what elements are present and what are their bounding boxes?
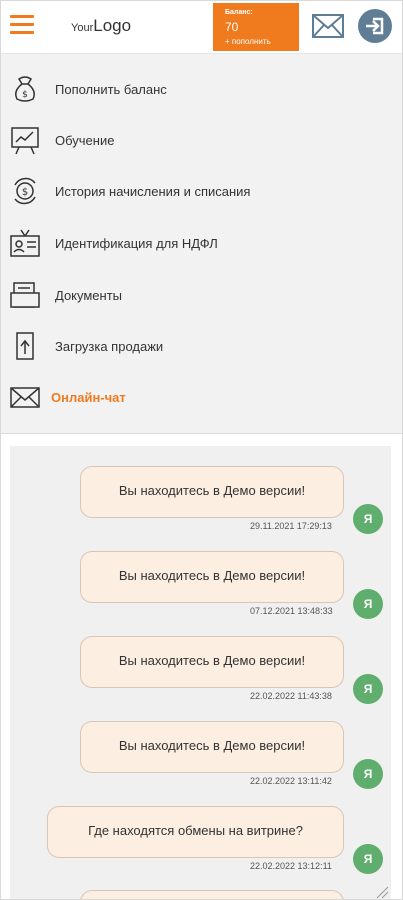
- presentation-board-icon: [11, 127, 39, 155]
- menu-item-label: История начисления и списания: [55, 184, 251, 199]
- envelope-icon: [10, 387, 40, 408]
- logo-mark: Logo: [93, 16, 132, 35]
- message-text: Вы находитесь в Демо версии!: [118, 483, 306, 498]
- menu-item-label: Загрузка продажи: [55, 339, 164, 354]
- money-bag-icon: $: [15, 76, 35, 102]
- mail-icon[interactable]: [311, 11, 345, 41]
- documents-icon: [10, 282, 40, 308]
- side-menu: $ Пополнить баланс Обучение $ История на…: [1, 54, 402, 434]
- menu-item-identification[interactable]: Идентификация для НДФЛ: [1, 218, 402, 268]
- svg-text:$: $: [22, 187, 28, 198]
- menu-item-label: Пополнить баланс: [55, 82, 167, 97]
- message-bubble: Вы находитесь в Демо версии!: [80, 466, 344, 518]
- user-avatar: Я: [353, 759, 383, 789]
- message-time: 29.11.2021 17:29:13: [250, 521, 332, 531]
- user-avatar: Я: [353, 504, 383, 534]
- resize-handle-icon[interactable]: [375, 885, 389, 899]
- top-header: YourLogo Баланс: 70 + пополнить: [1, 1, 402, 54]
- login-button[interactable]: [358, 9, 392, 43]
- user-avatar: Я: [353, 674, 383, 704]
- message-bubble: Вы находитесь в Демо версии!: [80, 636, 344, 688]
- menu-item-label: Обучение: [55, 133, 115, 148]
- logo-prefix: Your: [71, 22, 94, 34]
- menu-item-training[interactable]: Обучение: [1, 115, 402, 165]
- app-frame: YourLogo Баланс: 70 + пополнить $ Пополн…: [0, 0, 403, 900]
- menu-item-documents[interactable]: Документы: [1, 270, 402, 320]
- sign-in-icon: [366, 17, 384, 35]
- message-text: Вы находитесь в Демо версии!: [118, 653, 306, 668]
- menu-item-topup[interactable]: $ Пополнить баланс: [1, 64, 402, 114]
- chat-panel[interactable]: Вы находитесь в Демо версии! 29.11.2021 …: [10, 446, 391, 899]
- menu-item-upload-sale[interactable]: Загрузка продажи: [1, 321, 402, 371]
- user-avatar: Я: [353, 844, 383, 874]
- message-bubble-partial: [80, 890, 344, 899]
- message-time: 22.02.2022 13:12:11: [250, 861, 332, 871]
- upload-document-icon: [16, 332, 34, 360]
- logo[interactable]: YourLogo: [71, 16, 131, 36]
- menu-item-label: Онлайн-чат: [51, 390, 126, 405]
- message-time: 22.02.2022 13:11:42: [250, 776, 332, 786]
- menu-item-online-chat[interactable]: Онлайн-чат: [1, 372, 402, 422]
- user-avatar: Я: [353, 589, 383, 619]
- menu-item-label: Идентификация для НДФЛ: [55, 236, 218, 251]
- balance-widget[interactable]: Баланс: 70 + пополнить: [213, 3, 299, 51]
- message-text: Где находятся обмены на витрине?: [88, 823, 303, 838]
- svg-text:$: $: [22, 90, 28, 100]
- menu-item-history[interactable]: $ История начисления и списания: [1, 166, 402, 216]
- message-bubble: Вы находитесь в Демо версии!: [80, 551, 344, 603]
- message-bubble: Вы находитесь в Демо версии!: [80, 721, 344, 773]
- menu-item-label: Документы: [55, 288, 123, 303]
- hamburger-menu-icon[interactable]: [10, 15, 34, 35]
- message-bubble: Где находятся обмены на витрине?: [47, 806, 344, 858]
- message-text: Вы находитесь в Демо версии!: [118, 738, 306, 753]
- id-card-icon: [10, 229, 40, 257]
- topup-link[interactable]: + пополнить: [225, 37, 271, 46]
- message-text: Вы находитесь в Демо версии!: [118, 568, 306, 583]
- message-time: 22.02.2022 11:43:38: [250, 691, 332, 701]
- dollar-cycle-icon: $: [14, 177, 36, 205]
- balance-label: Баланс:: [225, 9, 253, 16]
- message-time: 07.12.2021 13:48:33: [250, 606, 333, 616]
- balance-value: 70: [225, 20, 239, 34]
